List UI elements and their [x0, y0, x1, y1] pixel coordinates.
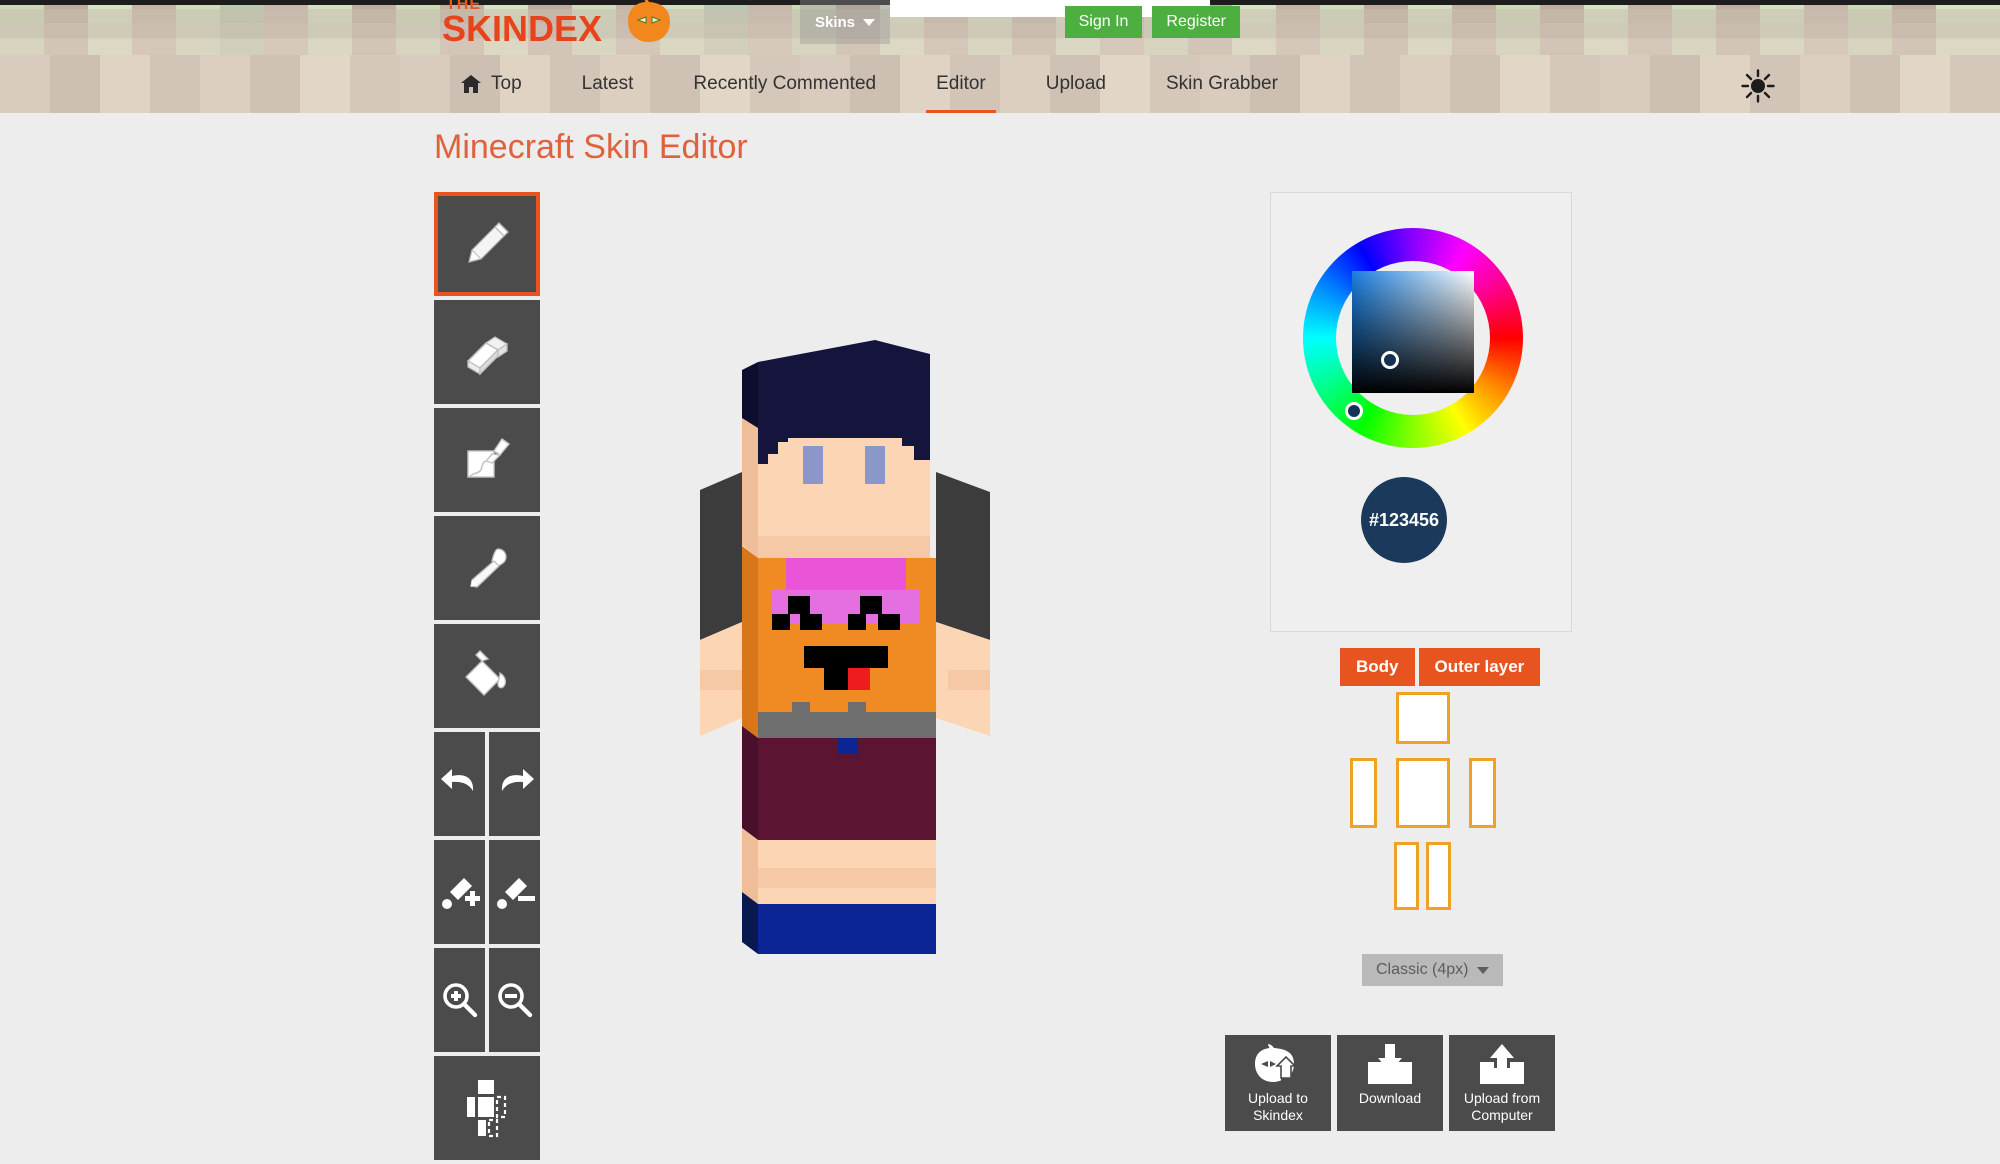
nav-item-recently-commented[interactable]: Recently Commented: [663, 55, 906, 113]
body-part-right-arm[interactable]: [1469, 758, 1496, 828]
nav-item-editor[interactable]: Editor: [906, 55, 1016, 113]
brush-tool[interactable]: [434, 408, 540, 512]
skin-svg: [700, 340, 990, 954]
pumpkin-upload-icon: [1255, 1044, 1297, 1082]
nav-label-editor: Editor: [936, 73, 986, 94]
pencil-tool[interactable]: [434, 192, 540, 296]
main-navigation: Top Latest Recently Commented Editor Upl…: [0, 55, 2000, 113]
eraser-icon: [466, 336, 509, 376]
zoom-row: [434, 948, 540, 1052]
search-category-label: Skins: [814, 13, 856, 31]
body-parts-icon: [467, 1080, 507, 1138]
body-part-right-leg[interactable]: [1426, 842, 1451, 910]
nav-label-upload: Upload: [1045, 73, 1106, 94]
color-picker-panel: #123456: [1270, 192, 1572, 632]
site-header: THE SKINDEX Skins Sign In Register: [0, 0, 2000, 55]
skin-model-dropdown[interactable]: Classic (4px): [1362, 954, 1504, 986]
color-wheel-container[interactable]: [1303, 228, 1523, 448]
nav-label-latest: Latest: [581, 73, 634, 94]
body-part-left-arm[interactable]: [1350, 758, 1377, 828]
undo-arrow-icon: [440, 769, 473, 791]
nav-item-upload[interactable]: Upload: [1016, 55, 1136, 113]
brush-minus-icon: [496, 878, 535, 909]
marker-icon: [467, 438, 511, 478]
outer-layer-button[interactable]: Outer layer: [1418, 648, 1541, 686]
eyedropper-tool[interactable]: [434, 516, 540, 620]
nav-item-skin-grabber[interactable]: Skin Grabber: [1136, 55, 1308, 113]
site-logo[interactable]: THE SKINDEX: [440, 0, 680, 50]
layer-toggle-buttons: Body Outer layer: [1340, 648, 1541, 686]
undo-button[interactable]: [434, 732, 485, 836]
pumpkin-icon: [628, 0, 670, 42]
download-icon: [1368, 1044, 1412, 1084]
upload-icon: [1480, 1044, 1524, 1084]
body-part-torso[interactable]: [1396, 758, 1450, 828]
search-category-dropdown[interactable]: Skins: [800, 0, 890, 44]
download-label: Download: [1358, 1090, 1422, 1106]
eyedropper-icon: [470, 548, 507, 588]
register-button[interactable]: Register: [1152, 6, 1240, 38]
magnifier-minus-icon: [497, 983, 532, 1018]
hue-handle[interactable]: [1345, 402, 1363, 420]
brush-size-increase[interactable]: [434, 840, 485, 944]
eraser-tool[interactable]: [434, 300, 540, 404]
saturation-value-square[interactable]: [1352, 271, 1474, 393]
skin-model-label: Classic (4px): [1376, 961, 1469, 978]
home-icon: [461, 75, 481, 93]
upload-to-skindex-button[interactable]: Upload to Skindex: [1225, 1035, 1331, 1131]
chevron-down-icon: [863, 18, 876, 26]
auth-buttons: Sign In Register: [1064, 6, 1240, 38]
bucket-tool[interactable]: [434, 624, 540, 728]
saturation-value-handle[interactable]: [1381, 351, 1399, 369]
upload-to-skindex-label: Upload to Skindex: [1248, 1090, 1308, 1123]
paint-bucket-icon: [465, 650, 507, 696]
brush-size-row: [434, 840, 540, 944]
chevron-down-icon: [1477, 966, 1490, 974]
brush-size-decrease[interactable]: [489, 840, 540, 944]
nav-item-latest[interactable]: Latest: [552, 55, 664, 113]
upload-from-computer-button[interactable]: Upload from Computer: [1449, 1035, 1555, 1131]
upload-from-computer-label: Upload from Computer: [1463, 1090, 1541, 1123]
nav-label-skin-grabber: Skin Grabber: [1165, 73, 1278, 94]
nav-item-top[interactable]: Top: [430, 55, 552, 113]
body-part-select-tool[interactable]: [434, 1056, 540, 1160]
redo-arrow-icon: [501, 769, 534, 791]
brush-plus-icon: [441, 878, 480, 909]
page-title: Minecraft Skin Editor: [434, 128, 748, 166]
body-part-head[interactable]: [1396, 692, 1450, 744]
magnifier-plus-icon: [442, 983, 477, 1018]
zoom-in-button[interactable]: [434, 948, 485, 1052]
nav-items: Top Latest Recently Commented Editor Upl…: [430, 55, 1308, 113]
body-layer-button[interactable]: Body: [1340, 648, 1415, 686]
undo-redo-row: [434, 732, 540, 836]
sun-icon[interactable]: [1741, 69, 1775, 103]
nav-label-recently-commented: Recently Commented: [693, 73, 877, 94]
current-color-swatch[interactable]: #123456: [1361, 477, 1447, 563]
nav-label-top: Top: [491, 73, 522, 94]
sign-in-button[interactable]: Sign In: [1064, 6, 1143, 38]
logo-skindex-text: SKINDEX: [442, 8, 603, 49]
download-button[interactable]: Download: [1337, 1035, 1443, 1131]
pencil-icon: [468, 222, 509, 263]
redo-button[interactable]: [489, 732, 540, 836]
minecraft-skin-render[interactable]: [700, 340, 1160, 980]
body-part-left-leg[interactable]: [1394, 842, 1419, 910]
zoom-out-button[interactable]: [489, 948, 540, 1052]
editor-action-buttons: Upload to Skindex Download Upload from C…: [1225, 1035, 1555, 1131]
editor-toolbar: [434, 192, 540, 1164]
